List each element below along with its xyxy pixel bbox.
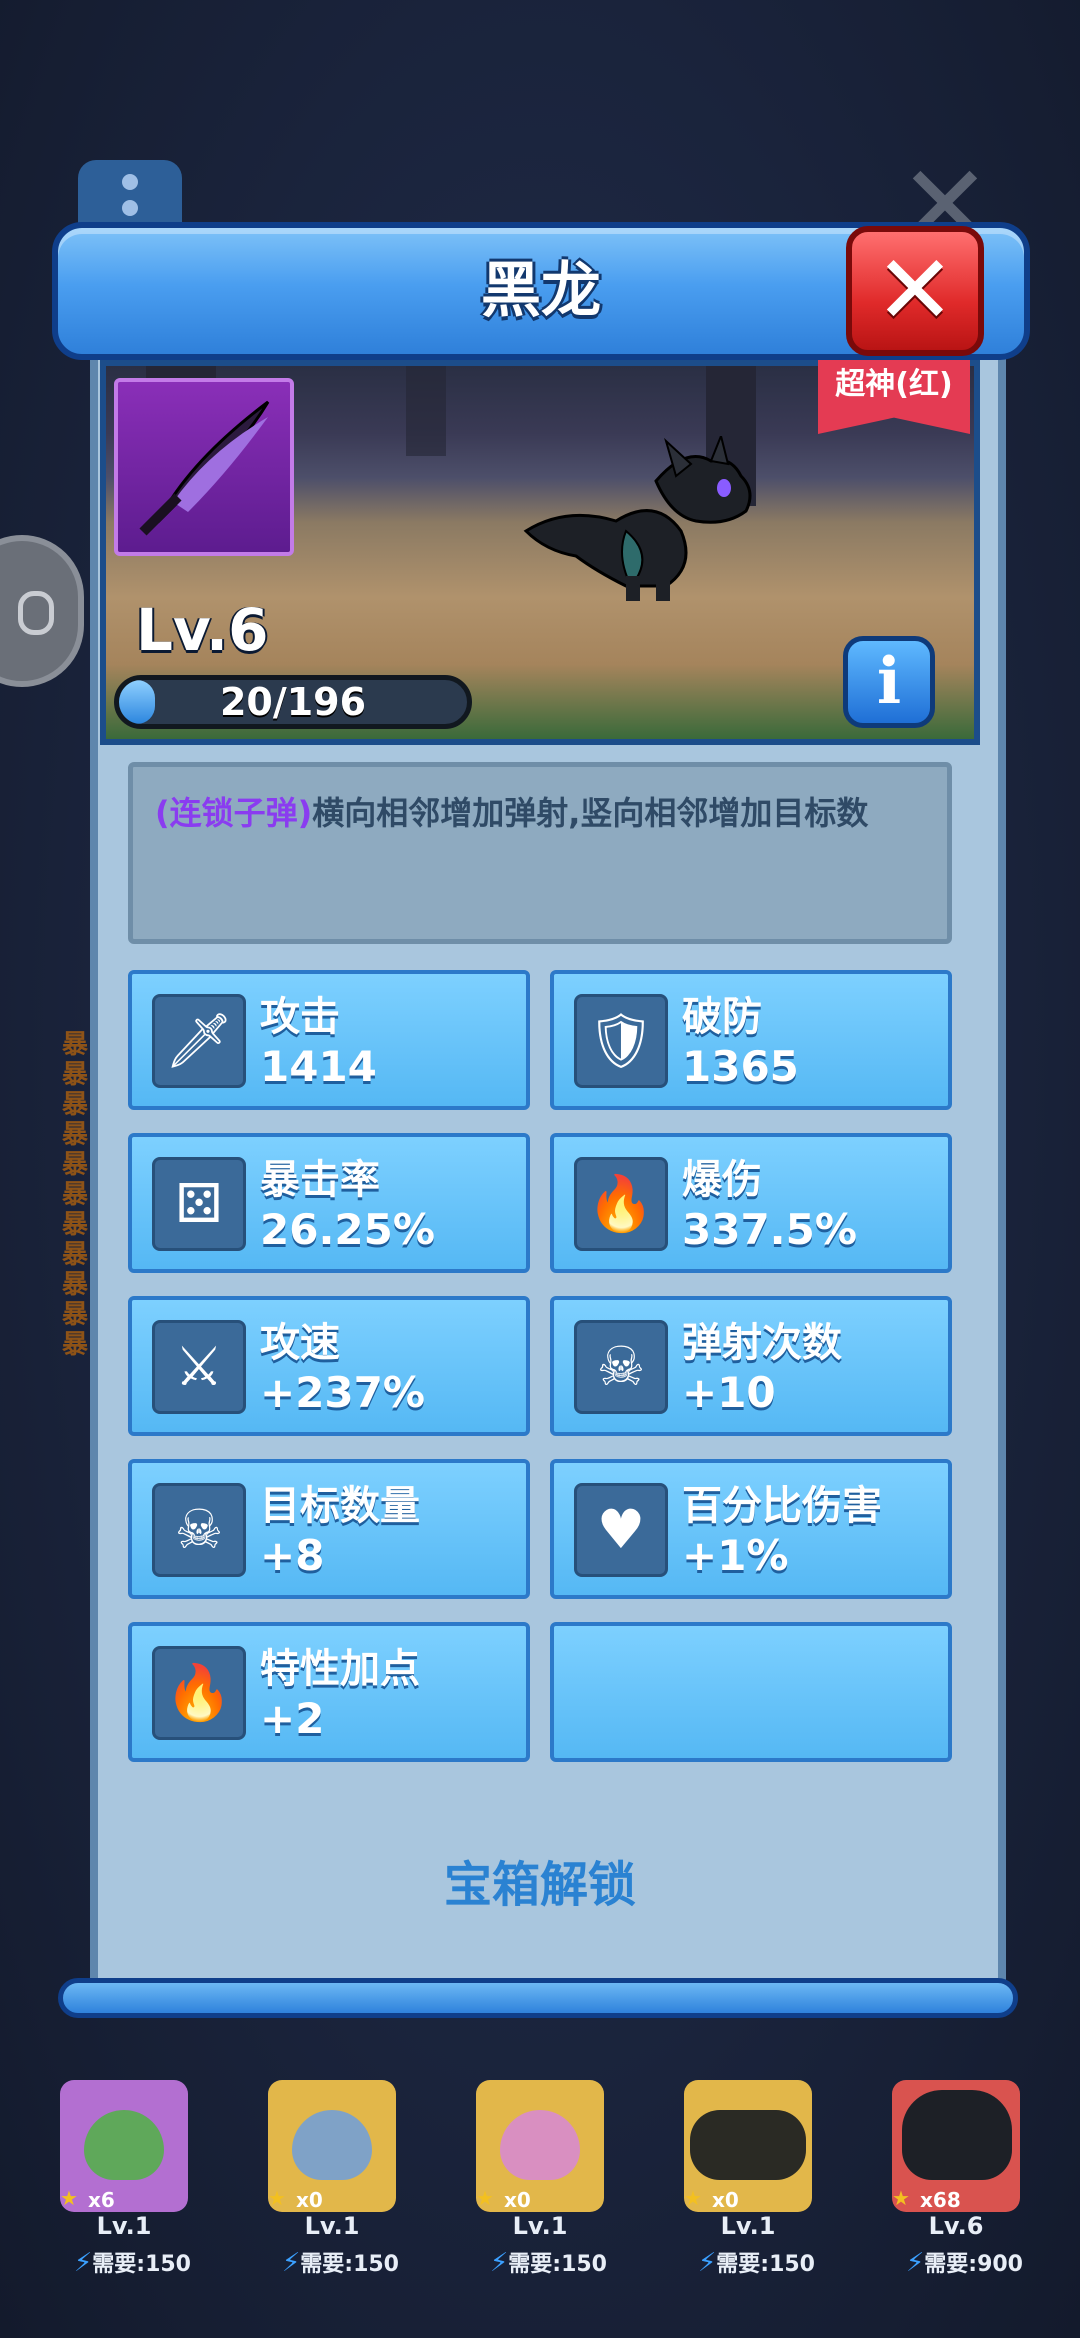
dice-icon: ⚄ xyxy=(152,1157,246,1251)
lightning-icon: ⚡ xyxy=(282,2248,301,2278)
star-icon: ★ xyxy=(60,2186,78,2210)
roster-level: Lv.1 xyxy=(512,2212,568,2240)
blue-slime-sprite xyxy=(292,2110,372,2180)
stat-trait-points: 🔥 特性加点 +2 xyxy=(128,1622,530,1762)
skull-target-icon: ☠ xyxy=(574,1320,668,1414)
roster-cost: ⚡需要:150 xyxy=(698,2246,848,2278)
close-button[interactable]: ✕ xyxy=(846,226,984,356)
roster-card[interactable]: ★ x6 xyxy=(60,2080,188,2212)
pink-slime-sprite xyxy=(500,2110,580,2180)
skill-text: 横向相邻增加弹射,竖向相邻增加目标数 xyxy=(312,794,869,832)
star-icon: ★ xyxy=(268,2186,286,2210)
dialog-bottom-bar xyxy=(58,1978,1018,2018)
roster-cost-text: 需要:150 xyxy=(716,2252,815,2277)
dark-beast-sprite xyxy=(690,2110,806,2180)
stat-value: +237% xyxy=(260,1368,425,1417)
roster-level: Lv.6 xyxy=(928,2212,984,2240)
xp-progress-text: 20/196 xyxy=(219,680,367,724)
roster-cost: ⚡需要:150 xyxy=(282,2246,432,2278)
roster-level: Lv.1 xyxy=(304,2212,360,2240)
weapon-slot[interactable] xyxy=(114,378,294,556)
stat-value: 337.5% xyxy=(682,1205,857,1254)
fire-slash-icon: 🔥 xyxy=(152,1646,246,1740)
stat-bounce-count: ☠ 弹射次数 +10 xyxy=(550,1296,952,1436)
stat-label: 攻击 xyxy=(260,994,340,1040)
stat-crit-damage: 🔥 爆伤 337.5% xyxy=(550,1133,952,1273)
star-icon: ★ xyxy=(476,2186,494,2210)
roster-cost-text: 需要:900 xyxy=(924,2252,1023,2277)
stat-label: 目标数量 xyxy=(260,1483,420,1529)
side-chat-button[interactable] xyxy=(0,535,84,687)
roster-cost-text: 需要:150 xyxy=(92,2252,191,2277)
background-crit-text: 暴暴暴暴暴暴暴暴暴暴暴 xyxy=(62,1030,89,1360)
star-icon: ★ xyxy=(892,2186,910,2210)
skill-name: (连锁子弹) xyxy=(155,794,313,832)
stat-label: 暴击率 xyxy=(260,1157,380,1203)
black-dragon-sprite xyxy=(523,436,752,601)
roster-card[interactable]: ★ x0 xyxy=(684,2080,812,2212)
stat-armor-break: 🛡 破防 1365 xyxy=(550,970,952,1110)
skull-target-icon: ☠ xyxy=(152,1483,246,1577)
lightning-icon: ⚡ xyxy=(74,2248,93,2278)
scythe-weapon-icon xyxy=(139,400,270,536)
stat-target-count: ☠ 目标数量 +8 xyxy=(128,1459,530,1599)
stat-label: 破防 xyxy=(682,994,762,1040)
sword-heart-icon: ♥ xyxy=(574,1483,668,1577)
roster-count: x0 xyxy=(296,2188,323,2212)
stat-value: 1414 xyxy=(260,1042,377,1091)
chest-unlock-text: 宝箱解锁 xyxy=(443,1857,636,1913)
roster-count: x6 xyxy=(88,2188,115,2212)
stat-value: +1% xyxy=(682,1531,789,1580)
flaming-sword-icon: 🔥 xyxy=(574,1157,668,1251)
green-slime-sprite xyxy=(84,2110,164,2180)
roster-cost: ⚡需要:900 xyxy=(906,2246,1056,2278)
swift-sword-icon: ⚔ xyxy=(152,1320,246,1414)
roster-card-selected[interactable]: ★ x68 xyxy=(892,2080,1020,2212)
stat-value: 1365 xyxy=(682,1042,799,1091)
roster-cost: ⚡需要:150 xyxy=(490,2246,640,2278)
stat-attack-speed: ⚔ 攻速 +237% xyxy=(128,1296,530,1436)
roster-cost-text: 需要:150 xyxy=(508,2252,607,2277)
stat-value: +8 xyxy=(260,1531,325,1580)
roster-count: x0 xyxy=(712,2188,739,2212)
lightning-icon: ⚡ xyxy=(490,2248,509,2278)
roster-level: Lv.1 xyxy=(720,2212,776,2240)
stat-attack: 🗡 攻击 1414 xyxy=(128,970,530,1110)
roster-cost: ⚡需要:150 xyxy=(74,2246,224,2278)
info-icon: i xyxy=(876,644,902,719)
stat-label: 百分比伤害 xyxy=(682,1483,882,1529)
roster-card[interactable]: ★ x0 xyxy=(268,2080,396,2212)
lightning-icon: ⚡ xyxy=(698,2248,717,2278)
stat-value: +2 xyxy=(260,1694,325,1743)
lightning-icon: ⚡ xyxy=(906,2248,925,2278)
black-dragon-sprite xyxy=(902,2090,1012,2180)
stat-label: 爆伤 xyxy=(682,1157,762,1203)
roster-card[interactable]: ★ x0 xyxy=(476,2080,604,2212)
stat-label: 特性加点 xyxy=(260,1646,420,1692)
stat-empty-slot xyxy=(550,1622,952,1762)
roster-cost-text: 需要:150 xyxy=(300,2252,399,2277)
close-icon: ✕ xyxy=(874,234,956,346)
info-button[interactable]: i xyxy=(843,636,935,728)
stat-label: 弹射次数 xyxy=(682,1320,842,1366)
stat-label: 攻速 xyxy=(260,1320,340,1366)
broken-shield-icon: 🛡 xyxy=(574,994,668,1088)
roster-level: Lv.1 xyxy=(96,2212,152,2240)
skill-description: (连锁子弹)横向相邻增加弹射,竖向相邻增加目标数 xyxy=(128,762,952,944)
star-icon: ★ xyxy=(684,2186,702,2210)
stat-value: +10 xyxy=(682,1368,776,1417)
roster-count: x68 xyxy=(920,2188,961,2212)
sword-icon: 🗡 xyxy=(152,994,246,1088)
stat-value: 26.25% xyxy=(260,1205,435,1254)
roster-count: x0 xyxy=(504,2188,531,2212)
stat-crit-rate: ⚄ 暴击率 26.25% xyxy=(128,1133,530,1273)
creature-level: Lv.6 xyxy=(136,596,269,664)
stat-percent-damage: ♥ 百分比伤害 +1% xyxy=(550,1459,952,1599)
